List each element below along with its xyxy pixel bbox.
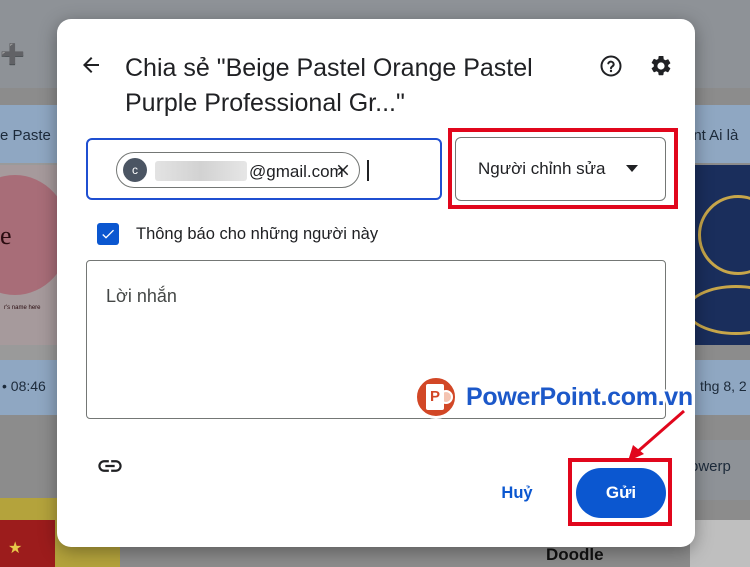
powerpoint-logo-icon: P xyxy=(414,375,458,419)
emblem-icon: ★ xyxy=(8,540,23,557)
background-thumbnail-left: e r's name here xyxy=(0,165,60,345)
share-dialog: Chia sẻ "Beige Pastel Orange Pastel Purp… xyxy=(57,19,695,547)
link-icon xyxy=(98,460,122,472)
watermark-brand: PowerPoint xyxy=(466,382,601,411)
background-thumbnail-letter: e xyxy=(0,221,12,250)
remove-recipient-button[interactable] xyxy=(331,158,355,182)
add-person-icon: ➕ xyxy=(0,44,25,66)
back-button[interactable] xyxy=(75,49,107,81)
settings-button[interactable] xyxy=(647,52,675,80)
background-doodle-label: Doodle xyxy=(546,545,604,564)
message-placeholder: Lời nhắn xyxy=(106,286,177,306)
background-file-title-right: int Ai là xyxy=(690,105,750,163)
text-caret xyxy=(367,160,369,181)
dialog-title: Chia sẻ "Beige Pastel Orange Pastel Purp… xyxy=(125,54,533,117)
background-file-title-left: e Paste xyxy=(0,105,60,163)
background-thumbnail-doodle xyxy=(690,520,750,567)
recipient-chip[interactable]: c @gmail.com xyxy=(116,152,360,188)
notify-people-row: Thông báo cho những người này xyxy=(97,222,378,246)
recipient-input[interactable]: c @gmail.com xyxy=(86,138,442,200)
background-file-date-left: • 08:46 xyxy=(0,360,60,415)
help-button[interactable] xyxy=(597,52,625,80)
notify-checkbox[interactable] xyxy=(97,223,119,245)
cancel-button[interactable]: Huỷ xyxy=(485,479,549,507)
checkmark-icon xyxy=(102,229,114,239)
background-thumbnail-caption: r's name here xyxy=(4,305,41,311)
highlight-box-send xyxy=(568,458,672,526)
highlight-box-role xyxy=(448,128,678,209)
help-circle-icon xyxy=(600,55,622,77)
annotation-arrow-icon xyxy=(628,409,685,461)
arrow-back-icon xyxy=(83,57,99,73)
notify-label: Thông báo cho những người này xyxy=(136,224,379,243)
close-icon xyxy=(337,164,349,176)
avatar: c xyxy=(123,158,147,182)
copy-link-button[interactable] xyxy=(95,451,125,481)
redacted-email-part xyxy=(155,161,247,181)
gear-icon xyxy=(651,55,671,76)
recipient-email: @gmail.com xyxy=(249,162,344,181)
